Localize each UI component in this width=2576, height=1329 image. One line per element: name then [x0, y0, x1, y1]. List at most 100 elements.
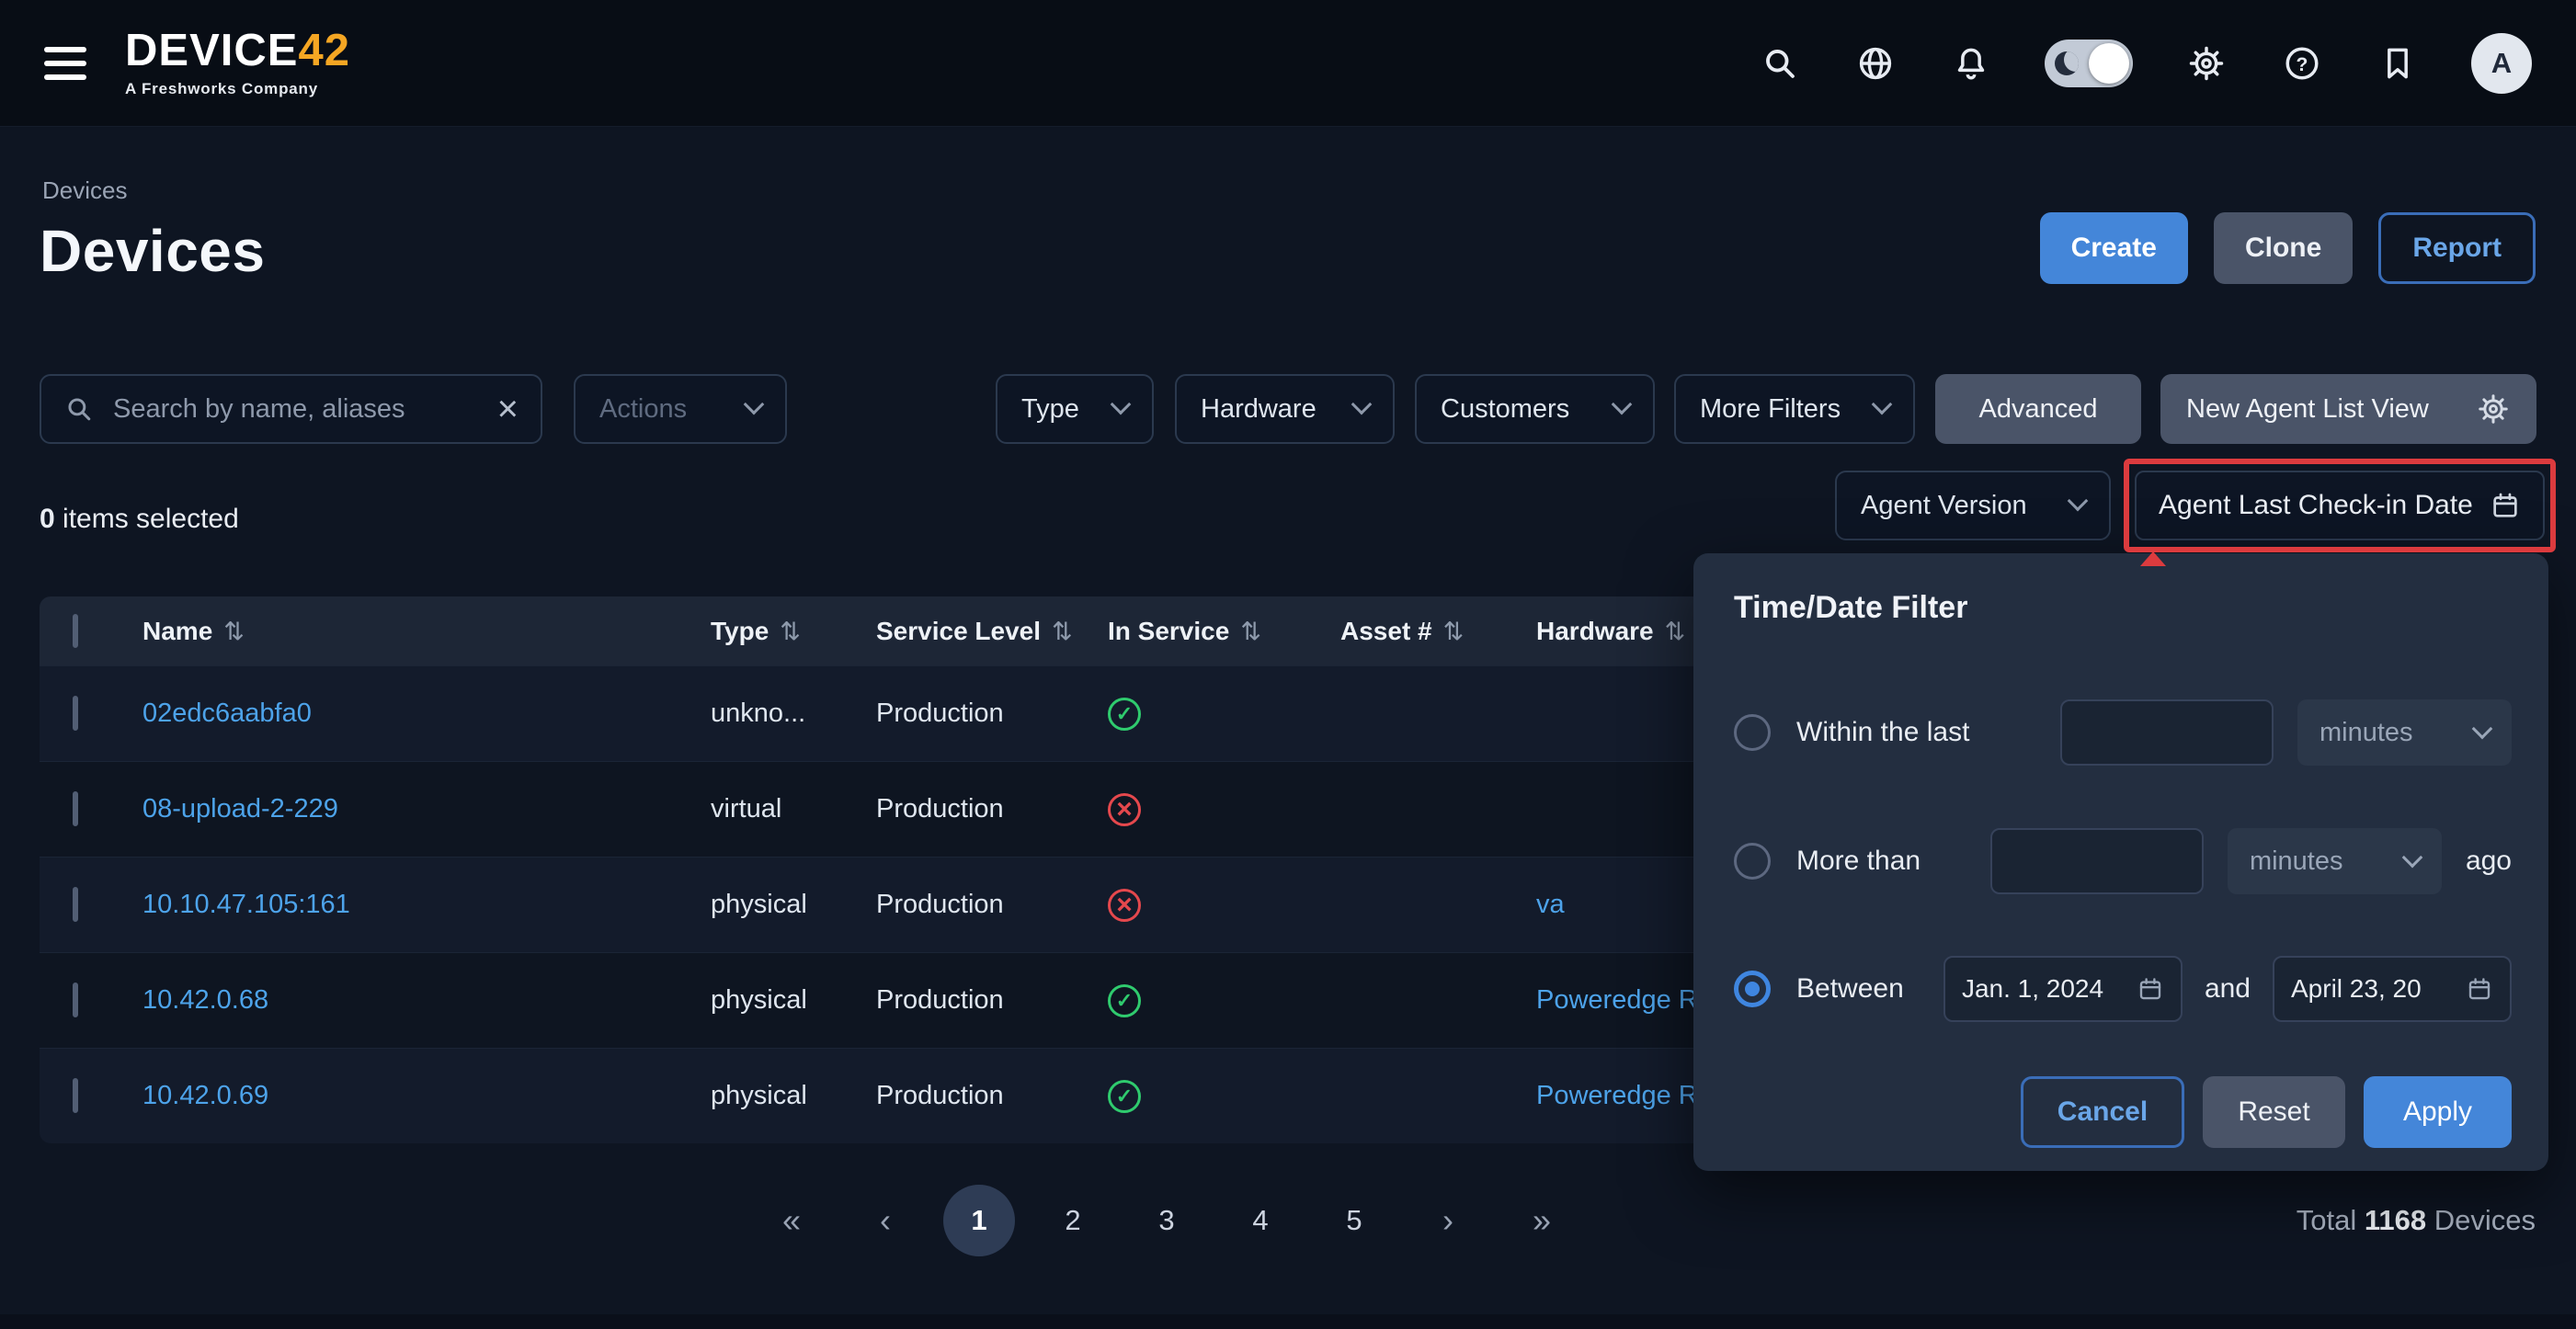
selected-label: items selected — [55, 504, 239, 534]
total-devices-count: Total 1168 Devices — [2297, 1204, 2536, 1237]
device-type: unkno... — [711, 699, 876, 729]
page-title: Devices — [40, 217, 265, 285]
hardware-filter-dropdown[interactable]: Hardware — [1175, 374, 1395, 444]
type-filter-dropdown[interactable]: Type — [996, 374, 1154, 444]
within-the-last-label: Within the last — [1796, 717, 1969, 748]
create-button[interactable]: Create — [2040, 212, 2188, 284]
more-than-row: More than minutes ago — [1734, 828, 2512, 894]
row-checkbox[interactable] — [73, 983, 78, 1017]
first-page-button[interactable]: « — [745, 1179, 838, 1262]
more-than-unit-dropdown[interactable]: minutes — [2228, 828, 2442, 894]
row-checkbox[interactable] — [73, 696, 78, 731]
search-icon[interactable] — [1758, 41, 1802, 85]
reset-button[interactable]: Reset — [2203, 1076, 2345, 1148]
device-name-link[interactable]: 08-upload-2-229 — [142, 794, 711, 824]
start-date-value: Jan. 1, 2024 — [1962, 974, 2103, 1004]
more-than-label: More than — [1796, 846, 1921, 877]
notifications-bell-icon[interactable] — [1949, 41, 1993, 85]
globe-icon[interactable] — [1853, 41, 1898, 85]
agent-last-checkin-date-button[interactable]: Agent Last Check-in Date — [2135, 471, 2545, 540]
type-filter-label: Type — [1021, 394, 1079, 425]
previous-page-button[interactable]: ‹ — [838, 1179, 932, 1262]
dark-mode-toggle[interactable] — [2045, 40, 2133, 87]
apply-button[interactable]: Apply — [2364, 1076, 2512, 1148]
search-box[interactable]: × — [40, 374, 542, 444]
bookmark-icon[interactable] — [2376, 41, 2420, 85]
next-page-button[interactable]: › — [1401, 1179, 1495, 1262]
new-agent-list-view-label: New Agent List View — [2186, 394, 2429, 425]
within-unit-dropdown[interactable]: minutes — [2297, 699, 2512, 766]
column-header-asset[interactable]: Asset # — [1340, 617, 1536, 646]
user-avatar[interactable]: A — [2471, 33, 2532, 94]
gear-icon — [2476, 392, 2511, 426]
column-header-in-service[interactable]: In Service — [1108, 617, 1340, 646]
footer-strip — [0, 1314, 2576, 1329]
between-end-date-picker[interactable]: April 23, 20 — [2273, 956, 2512, 1022]
in-service-status-icon — [1108, 984, 1141, 1017]
cancel-button[interactable]: Cancel — [2021, 1076, 2184, 1148]
hardware-filter-label: Hardware — [1201, 394, 1316, 425]
end-date-value: April 23, 20 — [2291, 974, 2422, 1004]
column-header-name[interactable]: Name — [142, 617, 711, 646]
device-name-link[interactable]: 10.42.0.69 — [142, 1081, 711, 1111]
row-checkbox[interactable] — [73, 1078, 78, 1113]
in-service-status-icon — [1108, 698, 1141, 731]
page-button-3[interactable]: 3 — [1120, 1179, 1214, 1262]
within-the-last-row: Within the last minutes — [1734, 699, 2512, 766]
clear-search-icon[interactable]: × — [497, 391, 519, 427]
search-input[interactable] — [113, 394, 479, 425]
last-page-button[interactable]: » — [1495, 1179, 1589, 1262]
help-icon[interactable]: ? — [2280, 41, 2324, 85]
customers-filter-dropdown[interactable]: Customers — [1415, 374, 1655, 444]
and-label: and — [2205, 973, 2251, 1005]
service-level: Production — [876, 699, 1108, 729]
navbar-right: ? A — [1758, 33, 2532, 94]
clone-button[interactable]: Clone — [2214, 212, 2353, 284]
actions-dropdown[interactable]: Actions — [574, 374, 787, 444]
within-unit-label: minutes — [2320, 718, 2413, 748]
column-header-type[interactable]: Type — [711, 617, 876, 646]
device-name-link[interactable]: 02edc6aabfa0 — [142, 699, 711, 729]
brand-tagline: A Freshworks Company — [125, 80, 350, 98]
settings-gear-icon[interactable] — [2184, 41, 2228, 85]
select-all-checkbox[interactable] — [73, 614, 78, 648]
report-button[interactable]: Report — [2378, 212, 2536, 284]
page-button-4[interactable]: 4 — [1214, 1179, 1307, 1262]
chevron-down-icon — [2068, 491, 2089, 512]
chevron-down-icon — [744, 394, 765, 415]
device-type: physical — [711, 890, 876, 920]
sort-icon — [780, 617, 801, 646]
moon-icon — [2055, 51, 2079, 75]
row-checkbox[interactable] — [73, 887, 78, 922]
page-button-5[interactable]: 5 — [1307, 1179, 1401, 1262]
more-than-value-input[interactable] — [1990, 828, 2204, 894]
new-agent-list-view-button[interactable]: New Agent List View — [2160, 374, 2536, 444]
more-filters-dropdown[interactable]: More Filters — [1674, 374, 1915, 444]
brand-name: DEVICE42 — [125, 28, 350, 74]
row-checkbox[interactable] — [73, 791, 78, 826]
page-button-2[interactable]: 2 — [1026, 1179, 1120, 1262]
between-row: Between Jan. 1, 2024 and April 23, 20 — [1734, 956, 2512, 1022]
between-start-date-picker[interactable]: Jan. 1, 2024 — [1943, 956, 2183, 1022]
chevron-down-icon — [2472, 719, 2493, 740]
within-the-last-radio[interactable] — [1734, 714, 1771, 751]
hamburger-menu-icon[interactable] — [44, 47, 86, 80]
sort-icon — [223, 617, 245, 646]
page-button-1[interactable]: 1 — [932, 1179, 1026, 1262]
device-name-link[interactable]: 10.42.0.68 — [142, 985, 711, 1016]
in-service-status-icon — [1108, 1080, 1141, 1113]
column-header-service-level[interactable]: Service Level — [876, 617, 1108, 646]
more-than-radio[interactable] — [1734, 843, 1771, 880]
search-icon — [63, 393, 95, 425]
between-radio[interactable] — [1734, 971, 1771, 1007]
breadcrumb[interactable]: Devices — [42, 176, 127, 205]
top-navbar: DEVICE42 A Freshworks Company ? — [0, 0, 2576, 127]
chevron-down-icon — [1612, 394, 1633, 415]
device-name-link[interactable]: 10.10.47.105:161 — [142, 890, 711, 920]
more-than-unit-label: minutes — [2250, 846, 2343, 877]
items-selected-status: 0 items selected — [40, 504, 239, 535]
advanced-button[interactable]: Advanced — [1935, 374, 2141, 444]
brand-logo[interactable]: DEVICE42 A Freshworks Company — [125, 28, 350, 98]
agent-version-dropdown[interactable]: Agent Version — [1835, 471, 2111, 540]
within-the-last-value-input[interactable] — [2060, 699, 2274, 766]
